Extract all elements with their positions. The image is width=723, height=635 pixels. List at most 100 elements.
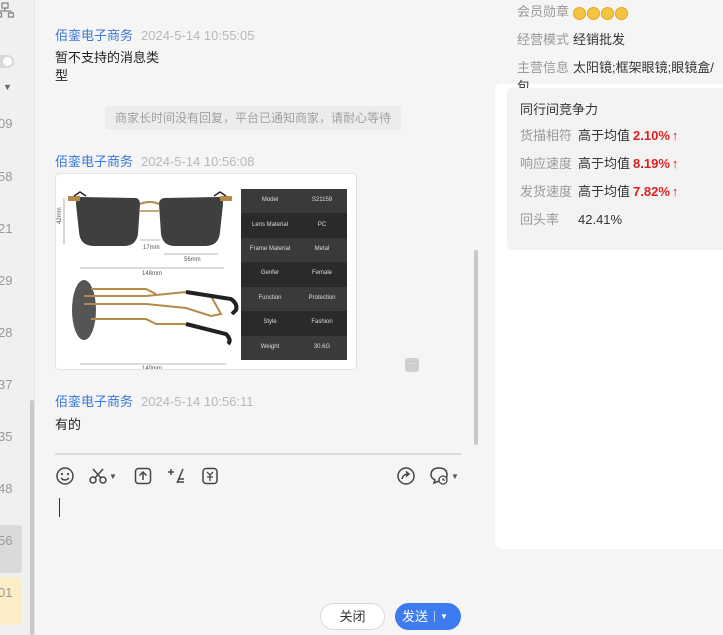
list-item-time[interactable]: 56: [0, 533, 20, 548]
mode-label: 经营模式: [517, 32, 570, 47]
spec-row: Function Protection: [241, 286, 347, 312]
composer-toolbar: ▼ ▼: [55, 465, 465, 487]
spec-label: Genfer: [260, 270, 280, 277]
toggle-switch[interactable]: [0, 55, 14, 68]
spec-row: Style Fashion: [241, 311, 347, 336]
mode-value: 经销批发: [573, 32, 626, 47]
arrow-up-icon: ↑: [671, 128, 679, 143]
list-scrollbar[interactable]: [30, 400, 34, 635]
compete-pct: 2.10%: [633, 128, 670, 143]
spec-row: Genfer Female: [241, 262, 347, 287]
coupon-icon[interactable]: [201, 465, 219, 487]
chat-panel: 佰銮电子商务 2024-5-14 10:55:05 暂不支持的消息类 型 商家长时…: [36, 0, 480, 635]
spec-label: Model: [261, 197, 279, 204]
mode-row: 经营模式 经销批发: [517, 29, 625, 48]
message-text: 暂不支持的消息类 型: [55, 49, 159, 85]
list-item-time[interactable]: 09: [0, 116, 20, 131]
list-item-time[interactable]: 28: [0, 325, 20, 340]
spec-table: Model S21159 Lens Material PC Frame Material…: [241, 189, 347, 360]
compete-pct: 8.19%: [633, 156, 670, 171]
spec-label: Style: [263, 319, 277, 326]
calculator-icon[interactable]: [167, 465, 185, 487]
spec-value: PC: [317, 221, 327, 228]
spec-label: Lens Material: [251, 221, 289, 228]
dim-lens-height: 42mm: [57, 207, 63, 224]
spec-value: 30.6G: [313, 343, 331, 350]
chat-scrollbar[interactable]: [474, 250, 478, 445]
spec-value: Protection: [308, 294, 336, 301]
message-header: 佰銮电子商务 2024-5-14 10:56:08: [55, 151, 255, 170]
scissors-icon[interactable]: ▼: [89, 465, 117, 487]
spec-row: Frame Material Metal: [241, 237, 347, 263]
conversation-list-strip: ▼ 09 58 21 29 28 37 35 48 56 01: [0, 0, 35, 635]
message-text-line: 型: [55, 68, 69, 83]
close-button[interactable]: 关闭: [320, 603, 385, 630]
medal-label: 会员勋章: [517, 4, 570, 19]
list-item-time[interactable]: 21: [0, 221, 20, 236]
medal-icons: [573, 5, 629, 21]
competitiveness-box: 同行间竞争力 货描相符 高于均值 2.10% ↑ 响应速度 高于均值 8.19% ↑ 发货速…: [507, 88, 723, 250]
main-business-label: 主营信息: [517, 60, 570, 75]
compete-label: 响应速度: [520, 156, 573, 171]
spec-value: S21159: [311, 197, 333, 204]
spec-value: Female: [311, 270, 332, 277]
sender-name[interactable]: 佰銮电子商务: [55, 394, 133, 409]
list-item-time[interactable]: 48: [0, 481, 20, 496]
send-button[interactable]: 发送 ▼: [395, 603, 461, 630]
text-input-cursor[interactable]: [59, 498, 60, 517]
message-text-line: 暂不支持的消息类: [55, 50, 160, 65]
medal-icon: [615, 7, 628, 21]
share-icon[interactable]: [396, 465, 416, 487]
medal-icon: [573, 7, 586, 21]
medal-row: 会员勋章: [517, 1, 629, 21]
repeat-rate-row: 回头率 42.41%: [520, 209, 622, 228]
send-label[interactable]: 发送: [402, 603, 428, 630]
dim-total-width: 148mm: [142, 271, 162, 277]
repeat-rate-value: 42.41%: [578, 212, 623, 227]
spec-row: Model S21159: [241, 189, 347, 214]
repeat-rate-label: 回头率: [520, 212, 560, 227]
dim-lens-width: 56mm: [184, 257, 201, 263]
product-image-message[interactable]: 42mm 17mm 56mm 148mm 140mm Model S21159 Le…: [55, 173, 357, 370]
spec-label: Function: [258, 294, 282, 301]
compete-text: 高于均值: [578, 156, 631, 171]
message-header: 佰銮电子商务 2024-5-14 10:55:05: [55, 25, 255, 44]
competitiveness-title: 同行间竞争力: [520, 102, 599, 117]
chevron-down-icon[interactable]: ▼: [3, 82, 12, 92]
compete-label: 货描相符: [520, 128, 573, 143]
medal-icon: [601, 7, 614, 21]
message-time: 2024-5-14 10:56:11: [141, 394, 254, 409]
compete-text: 高于均值: [578, 128, 631, 143]
chevron-down-icon[interactable]: ▼: [109, 472, 117, 481]
system-notice: 商家长时间没有回复，平台已通知商家，请耐心等待: [105, 106, 401, 130]
chevron-down-icon[interactable]: ▼: [440, 603, 448, 630]
list-item-time[interactable]: 58: [0, 169, 20, 184]
message-time: 2024-5-14 10:56:08: [141, 154, 255, 169]
upload-icon[interactable]: [134, 465, 152, 487]
emoji-icon[interactable]: [55, 465, 75, 487]
compete-text: 高于均值: [578, 184, 631, 199]
list-item-time[interactable]: 29: [0, 273, 20, 288]
composer-divider: [55, 453, 461, 455]
spec-value: Metal: [314, 246, 330, 253]
compete-row: 发货速度 高于均值 7.82% ↑: [520, 181, 678, 200]
dim-temple-length: 140mm: [142, 366, 162, 370]
medal-icon: [587, 7, 600, 21]
sender-name[interactable]: 佰銮电子商务: [55, 154, 133, 169]
spec-value: Fashion: [311, 319, 333, 326]
compete-label: 发货速度: [520, 184, 573, 199]
list-item-time[interactable]: 01: [0, 585, 20, 600]
compete-row: 响应速度 高于均值 8.19% ↑: [520, 153, 678, 172]
list-item-time[interactable]: 37: [0, 377, 20, 392]
compete-row: 货描相符 高于均值 2.10% ↑: [520, 125, 678, 144]
send-separator: [434, 611, 435, 622]
chevron-down-icon[interactable]: ▼: [451, 472, 459, 481]
org-chart-icon[interactable]: [0, 2, 14, 18]
more-options-icon[interactable]: ···: [405, 358, 419, 372]
sender-name[interactable]: 佰銮电子商务: [55, 28, 133, 43]
message-header: 佰銮电子商务 2024-5-14 10:56:11: [55, 391, 254, 410]
list-item-time[interactable]: 35: [0, 429, 20, 444]
spec-row: Weight 30.6G: [241, 335, 347, 360]
chat-history-icon[interactable]: ▼: [429, 465, 459, 487]
arrow-up-icon: ↑: [671, 156, 679, 171]
